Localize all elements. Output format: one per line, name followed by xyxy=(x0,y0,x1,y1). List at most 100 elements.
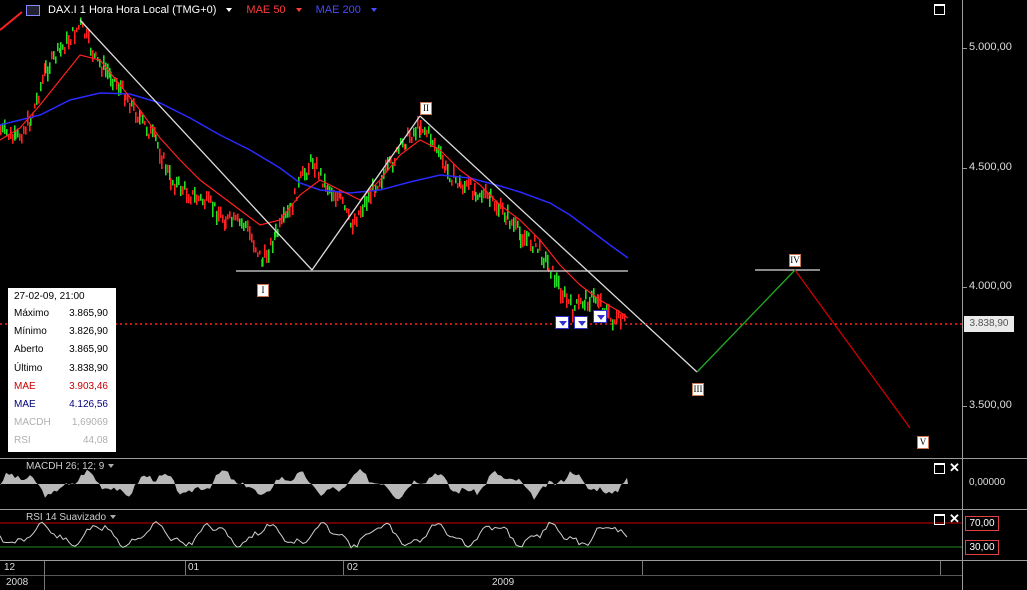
instrument-label[interactable]: DAX.I 1 Hora Hora Local (TMG+0) xyxy=(48,4,216,16)
candle xyxy=(545,251,547,263)
info-row-label: Aberto xyxy=(14,344,44,356)
candle xyxy=(415,126,417,141)
info-row: Máximo 3.865,90 xyxy=(14,306,112,322)
info-row-value: 3.865,90 xyxy=(69,344,108,356)
price-axis[interactable]: 5.000,00 4.500,00 4.000,00 3.500,00 3.83… xyxy=(962,0,1027,590)
candle xyxy=(268,249,270,263)
mae50-dropdown-icon[interactable] xyxy=(295,8,302,12)
candle xyxy=(420,119,422,136)
candle xyxy=(200,193,202,201)
candle xyxy=(19,133,21,141)
candle xyxy=(364,195,366,208)
info-row-value: 4.126,56 xyxy=(69,399,108,410)
candle xyxy=(245,221,247,229)
projection-down-line xyxy=(794,269,911,429)
candle xyxy=(163,152,165,159)
candle xyxy=(272,240,274,254)
macd-title[interactable]: MACDH 26; 12; 9 xyxy=(26,461,115,472)
candle xyxy=(580,297,582,305)
maximize-chart-icon[interactable] xyxy=(934,4,945,15)
candle xyxy=(552,265,554,270)
info-row-value: 44,08 xyxy=(82,435,108,447)
price-chart[interactable]: DAX.I 1 Hora Hora Local (TMG+0) MAE 50 M… xyxy=(0,0,962,458)
candle xyxy=(574,305,576,311)
macd-histogram xyxy=(0,468,628,500)
candle xyxy=(264,244,266,258)
candle xyxy=(308,162,310,176)
candle xyxy=(159,148,161,164)
macd-panel[interactable]: MACDH 26; 12; 9 ✕ xyxy=(0,459,962,509)
candle xyxy=(60,42,62,57)
candle xyxy=(445,160,447,171)
candle xyxy=(161,155,163,170)
info-row: RSI 44,08 xyxy=(14,433,112,449)
time-label: 01 xyxy=(188,562,200,573)
candle xyxy=(468,178,470,190)
candle xyxy=(95,51,97,57)
candle xyxy=(40,81,42,92)
sell-signal-icon[interactable] xyxy=(574,316,588,329)
candle xyxy=(541,256,543,266)
candle xyxy=(84,33,86,39)
candle xyxy=(434,137,436,152)
sell-signal-icon[interactable] xyxy=(593,310,607,323)
candle xyxy=(576,299,578,304)
candle xyxy=(190,196,192,205)
candle xyxy=(405,144,407,150)
candle xyxy=(612,319,614,331)
candle xyxy=(231,216,233,228)
candle xyxy=(165,164,167,176)
candle xyxy=(206,191,208,201)
info-row: MACDH 1,69069 xyxy=(14,415,112,431)
close-rsi-icon[interactable]: ✕ xyxy=(949,512,960,525)
info-row-value: 3.826,90 xyxy=(69,326,108,338)
candle xyxy=(72,27,74,32)
year-label: 2009 xyxy=(492,577,515,588)
candle xyxy=(167,164,169,173)
rsi-title[interactable]: RSI 14 Suavizado xyxy=(26,512,117,523)
mae200-label[interactable]: MAE 200 xyxy=(316,4,361,16)
candle xyxy=(229,211,231,219)
price-label: 5.000,00 xyxy=(969,41,1012,53)
candle xyxy=(196,194,198,205)
candle xyxy=(36,92,38,105)
mae50-label[interactable]: MAE 50 xyxy=(246,4,285,16)
candle xyxy=(358,210,360,216)
candle xyxy=(34,103,36,109)
instrument-dropdown-icon[interactable] xyxy=(226,8,233,12)
candle xyxy=(137,116,139,123)
chart-type-icon[interactable] xyxy=(26,4,40,16)
candle xyxy=(354,213,356,225)
candle xyxy=(184,181,186,190)
candle xyxy=(125,94,127,101)
info-row-label: MAE xyxy=(14,380,36,392)
candle xyxy=(182,186,184,195)
candle xyxy=(466,179,468,187)
candle xyxy=(253,240,255,253)
candle xyxy=(220,206,222,219)
close-macd-icon[interactable]: ✕ xyxy=(949,461,960,474)
mae200-dropdown-icon[interactable] xyxy=(370,8,377,12)
candle xyxy=(66,31,68,44)
maximize-macd-icon[interactable] xyxy=(934,463,945,474)
time-axis[interactable]: 12 01 02 2008 2009 xyxy=(0,561,962,590)
maximize-rsi-icon[interactable] xyxy=(934,514,945,525)
price-chart-canvas[interactable] xyxy=(0,0,962,458)
rsi-panel[interactable]: RSI 14 Suavizado ✕ xyxy=(0,510,962,560)
info-row: Mínimo 3.826,90 xyxy=(14,324,112,340)
wave-label-5: V xyxy=(917,436,929,449)
sell-signal-icon[interactable] xyxy=(555,316,569,329)
candle xyxy=(329,186,331,194)
candle xyxy=(21,134,23,144)
candle xyxy=(247,220,249,232)
candle xyxy=(92,50,94,62)
candle xyxy=(460,181,462,189)
info-row-value: 3.838,90 xyxy=(69,362,108,374)
price-label: 4.000,00 xyxy=(969,280,1012,292)
candle xyxy=(68,35,70,50)
info-row: Aberto 3.865,90 xyxy=(14,342,112,358)
candle xyxy=(522,234,524,248)
info-row: MAE 3.903,46 xyxy=(14,379,112,395)
candle xyxy=(449,177,451,183)
candle xyxy=(194,186,196,203)
